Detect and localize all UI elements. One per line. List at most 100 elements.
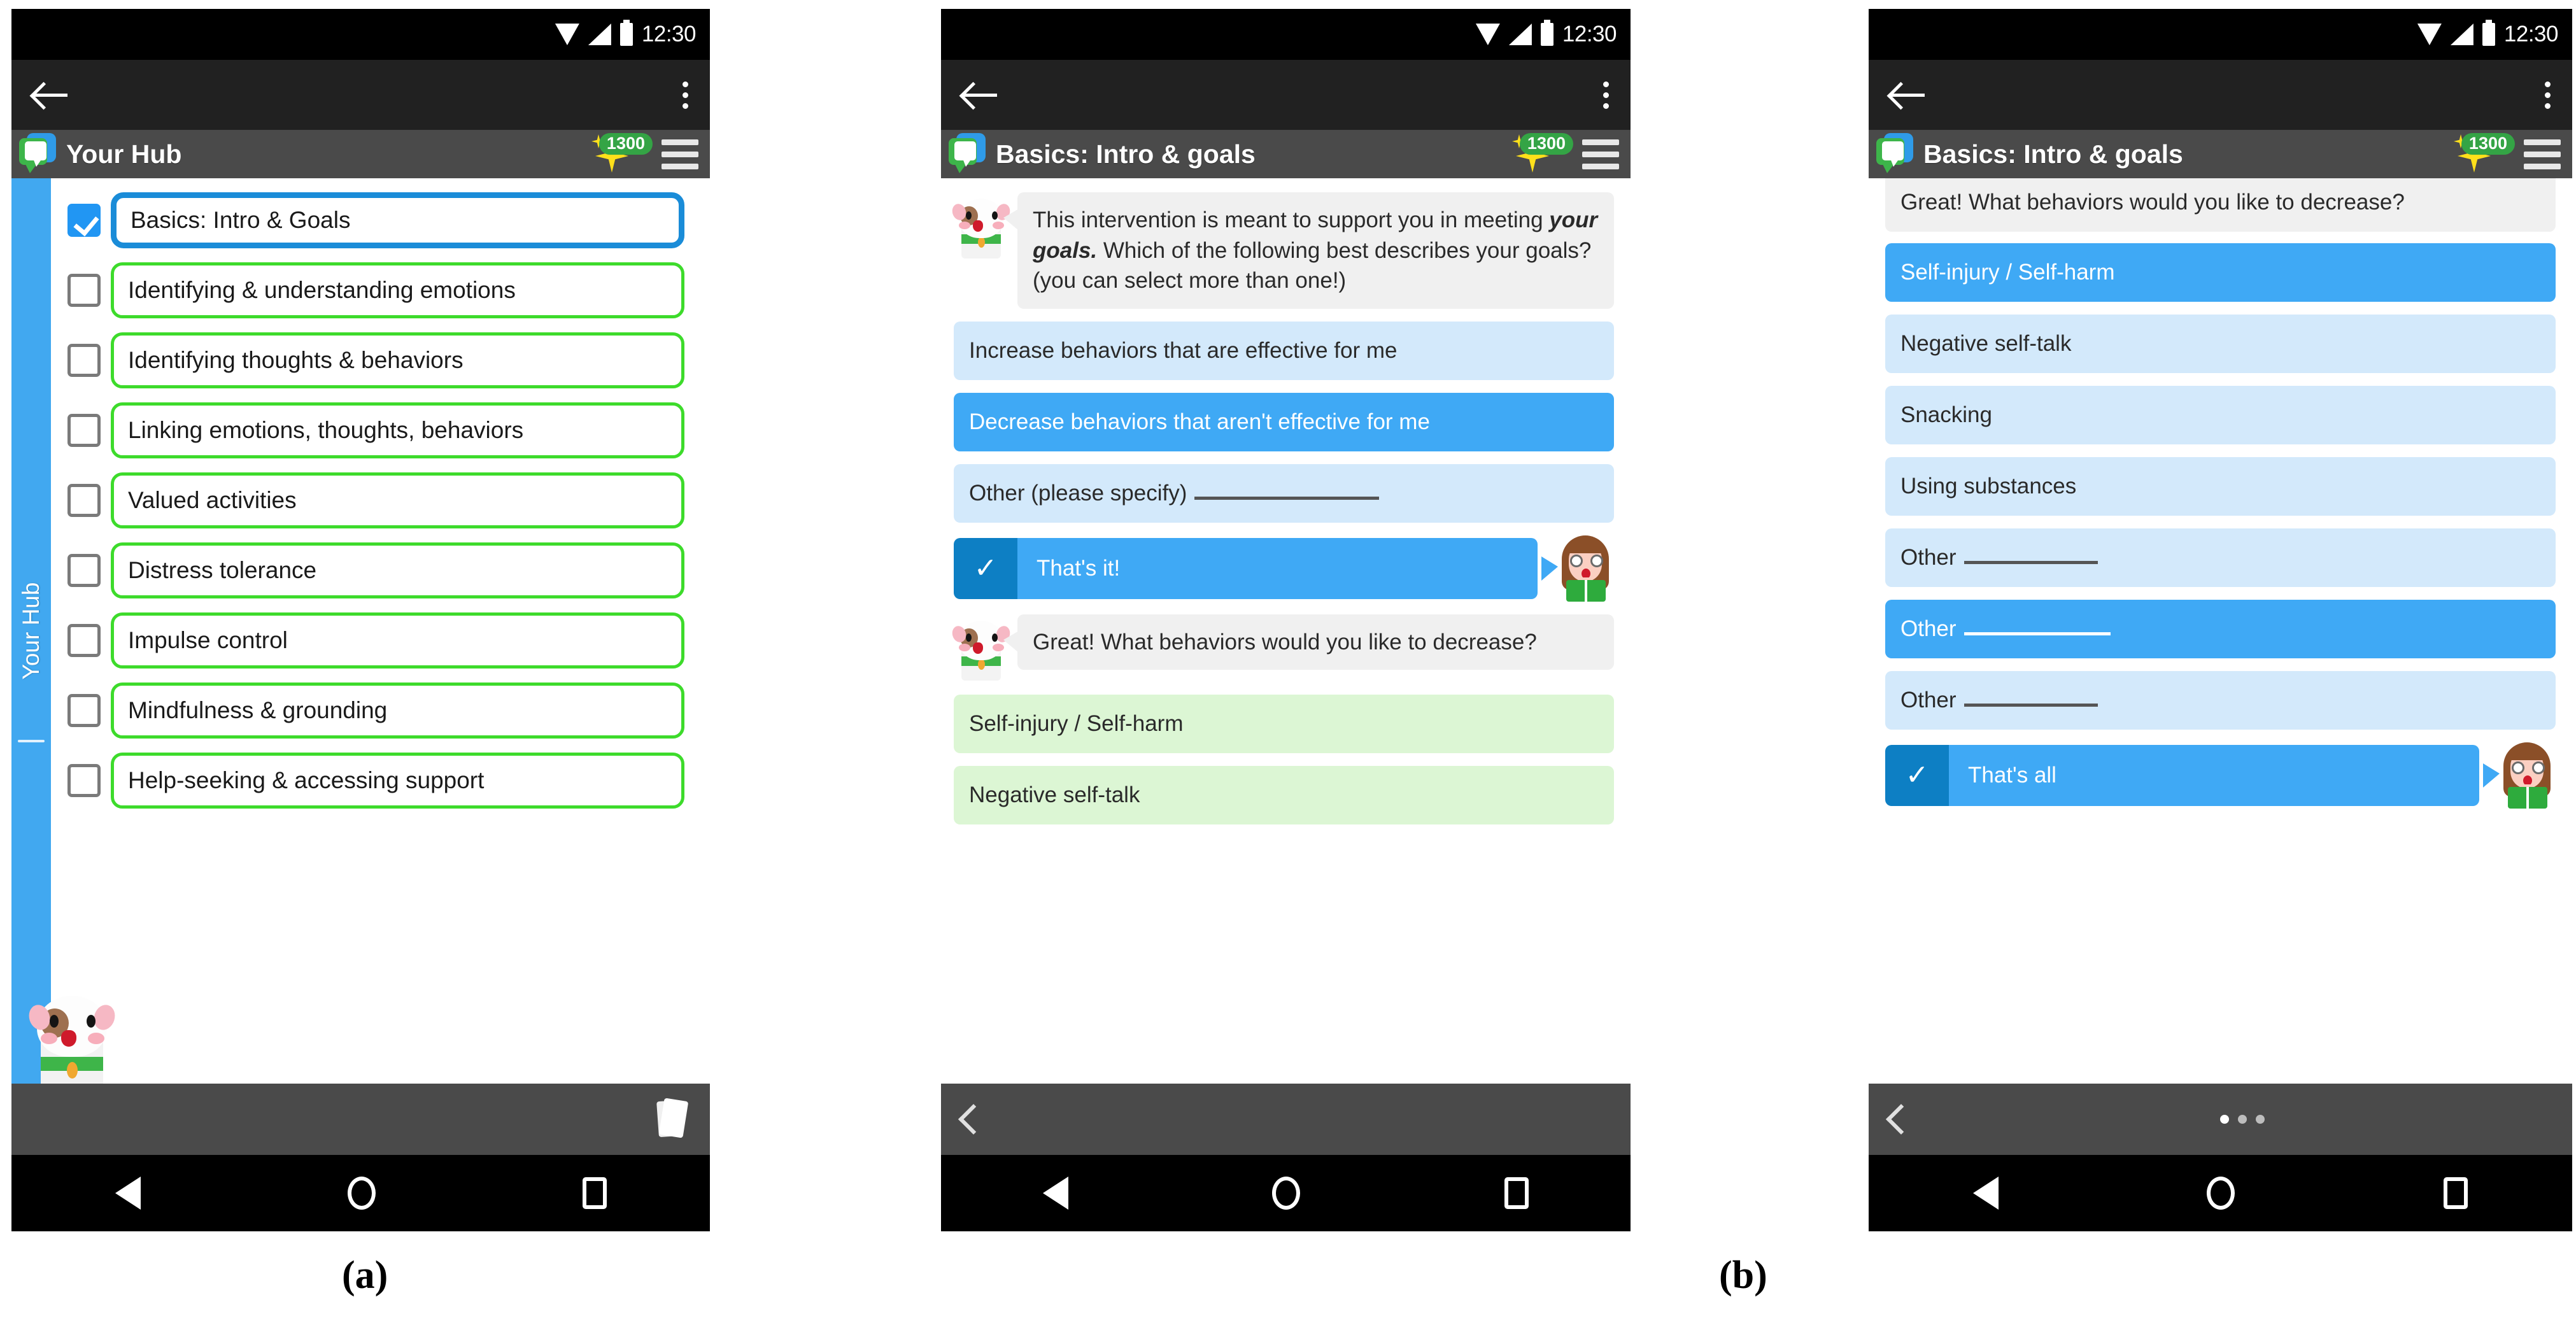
module-card-2[interactable]: Identifying thoughts & behaviors [111, 332, 684, 388]
list-item[interactable]: Help-seeking & accessing support [67, 753, 684, 809]
back-arrow-icon[interactable] [33, 79, 67, 111]
module-card-4[interactable]: Valued activities [111, 472, 684, 528]
behavior-option-2[interactable]: Snacking [1885, 385, 2556, 444]
nav-recents-icon[interactable] [582, 1177, 607, 1209]
chevron-left-icon[interactable] [1885, 1103, 1917, 1135]
android-nav-bar [1869, 1155, 2572, 1231]
behavior-option-4-blank-input[interactable] [1964, 551, 2098, 564]
behavior-option-1[interactable]: Negative self-talk [954, 765, 1614, 824]
behavior-option-5-blank-input[interactable] [1964, 623, 2111, 635]
mascot-dog-icon [25, 991, 118, 1084]
sidebar-tab-your-hub[interactable]: Your Hub [11, 178, 51, 1084]
behavior-option-1[interactable]: Negative self-talk [1885, 314, 2556, 373]
overflow-menu-icon[interactable] [2545, 81, 2551, 109]
list-item[interactable]: Impulse control [67, 612, 684, 669]
coin-balance[interactable]: 1300 [1512, 133, 1573, 175]
list-item[interactable]: Basics: Intro & Goals [67, 192, 684, 248]
list-item[interactable]: Identifying & understanding emotions [67, 262, 684, 318]
hamburger-menu-icon[interactable] [1582, 139, 1619, 169]
behavior-option-6-blank-input[interactable] [1964, 694, 2098, 707]
list-item[interactable]: Distress tolerance [67, 542, 684, 598]
status-bar-clock: 12:30 [1562, 22, 1617, 46]
android-action-bar [1869, 60, 2572, 130]
status-bar-clock: 12:30 [641, 22, 697, 46]
cards-icon[interactable] [646, 1098, 689, 1140]
module-checkbox-7[interactable] [67, 694, 101, 727]
module-checkbox-8[interactable] [67, 764, 101, 797]
module-card-1[interactable]: Identifying & understanding emotions [111, 262, 684, 318]
behavior-option-6[interactable]: Other [1885, 670, 2556, 730]
nav-recents-icon[interactable] [2444, 1177, 2468, 1209]
list-item[interactable]: Mindfulness & grounding [67, 683, 684, 739]
chat-message-user-confirm: ✓ That's all [1885, 742, 2556, 809]
list-item[interactable]: Identifying thoughts & behaviors [67, 332, 684, 388]
nav-home-icon[interactable] [347, 1177, 376, 1210]
nav-home-icon[interactable] [1272, 1177, 1301, 1210]
confirm-button-thats-it[interactable]: ✓ That's it! [954, 537, 1538, 599]
overflow-menu-icon[interactable] [1603, 81, 1609, 109]
sidebar-divider [18, 739, 45, 742]
hamburger-menu-icon[interactable] [2524, 139, 2561, 169]
coin-balance[interactable]: 1300 [2454, 133, 2515, 175]
nav-recents-icon[interactable] [1504, 1177, 1529, 1209]
module-checkbox-4[interactable] [67, 484, 101, 517]
module-card-7[interactable]: Mindfulness & grounding [111, 683, 684, 739]
behavior-option-6-label: Other [1900, 687, 1957, 712]
bottom-app-bar-a [11, 1084, 710, 1155]
bot-bubble-1: This intervention is meant to support yo… [1003, 192, 1614, 309]
chat-message-user-confirm: ✓ That's it! [954, 535, 1614, 602]
module-checkbox-3[interactable] [67, 414, 101, 447]
back-arrow-icon[interactable] [963, 79, 997, 111]
behavior-option-0[interactable]: Self-injury / Self-harm [954, 694, 1614, 753]
module-checkbox-0[interactable] [67, 204, 101, 237]
module-list: Basics: Intro & Goals Identifying & unde… [51, 178, 710, 1084]
signal-icon [588, 24, 611, 45]
behavior-option-0[interactable]: Self-injury / Self-harm [1885, 243, 2556, 302]
wifi-icon [555, 24, 579, 45]
module-card-8[interactable]: Help-seeking & accessing support [111, 753, 684, 809]
app-toolbar-b-left: Basics: Intro & goals 1300 [941, 130, 1631, 178]
goal-option-2[interactable]: Other (please specify) [954, 463, 1614, 523]
module-card-6[interactable]: Impulse control [111, 612, 684, 669]
behavior-option-1-label: Negative self-talk [1900, 330, 2072, 356]
goal-option-0[interactable]: Increase behaviors that are effective fo… [954, 321, 1614, 380]
app-toolbar-b-right: Basics: Intro & goals 1300 [1869, 130, 2572, 178]
module-checkbox-6[interactable] [67, 624, 101, 657]
list-item[interactable]: Valued activities [67, 472, 684, 528]
hamburger-menu-icon[interactable] [662, 139, 698, 169]
page-indicator-dots [2219, 1115, 2265, 1124]
coin-count-badge: 1300 [598, 133, 653, 155]
list-item[interactable]: Linking emotions, thoughts, behaviors [67, 402, 684, 458]
coin-balance[interactable]: 1300 [591, 133, 653, 175]
chevron-left-icon[interactable] [958, 1103, 989, 1135]
module-checkbox-1[interactable] [67, 274, 101, 307]
module-card-3[interactable]: Linking emotions, thoughts, behaviors [111, 402, 684, 458]
android-status-bar: 12:30 [11, 9, 710, 60]
module-card-5[interactable]: Distress tolerance [111, 542, 684, 598]
nav-back-icon[interactable] [1043, 1177, 1069, 1210]
module-checkbox-5[interactable] [67, 554, 101, 587]
behavior-option-2-label: Snacking [1900, 402, 1992, 427]
coin-count-badge: 1300 [2461, 133, 2515, 155]
overflow-menu-icon[interactable] [683, 81, 688, 109]
behavior-option-4[interactable]: Other [1885, 528, 2556, 587]
bot-text-part1: This intervention is meant to support yo… [1033, 208, 1550, 232]
module-card-0[interactable]: Basics: Intro & Goals [111, 192, 684, 248]
bot-bubble-2: Great! What behaviors would you like to … [1003, 614, 1614, 670]
goal-option-2-blank-input[interactable] [1194, 487, 1380, 500]
chat-message-bot-2: Great! What behaviors would you like to … [950, 614, 1614, 682]
behavior-option-3[interactable]: Using substances [1885, 456, 2556, 516]
confirm-button-thats-all[interactable]: ✓ That's all [1885, 744, 2479, 806]
android-action-bar [11, 60, 710, 130]
goal-option-1[interactable]: Decrease behaviors that aren't effective… [954, 392, 1614, 451]
nav-back-icon[interactable] [115, 1177, 141, 1210]
behavior-option-4-label: Other [1900, 544, 1957, 570]
nav-home-icon[interactable] [2207, 1177, 2235, 1210]
module-checkbox-2[interactable] [67, 344, 101, 377]
back-arrow-icon[interactable] [1890, 79, 1925, 111]
behavior-option-5[interactable]: Other [1885, 599, 2556, 658]
nav-back-icon[interactable] [1972, 1177, 1999, 1210]
android-nav-bar [11, 1155, 710, 1231]
chat-message-bot-1: This intervention is meant to support yo… [950, 192, 1614, 309]
battery-icon [619, 20, 633, 46]
